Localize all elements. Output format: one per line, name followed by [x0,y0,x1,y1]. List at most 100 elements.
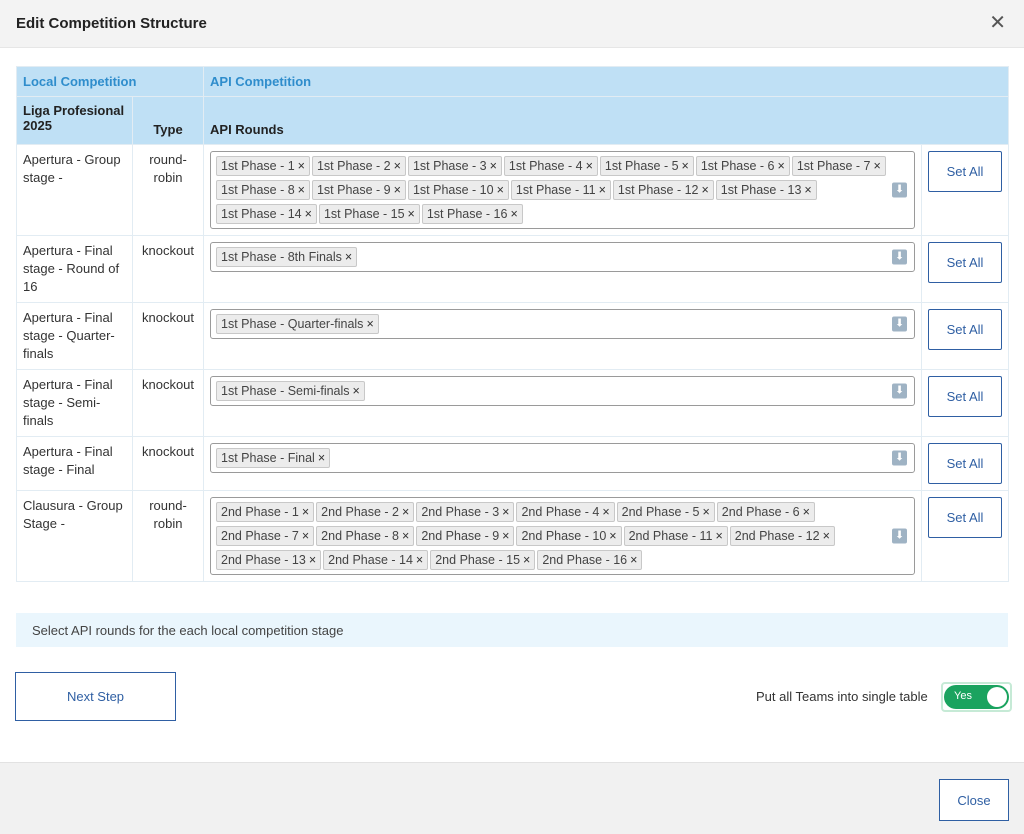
round-tag-label: 2nd Phase - 12 [734,529,820,543]
remove-tag-icon[interactable]: × [302,529,309,543]
set-all-button[interactable]: Set All [928,309,1003,350]
close-button[interactable]: Close [939,779,1009,821]
set-all-button[interactable]: Set All [928,242,1003,283]
remove-tag-icon[interactable]: × [408,207,415,221]
round-tag-label: 2nd Phase - 8 [321,529,400,543]
api-rounds-multiselect[interactable]: 2nd Phase - 1 × 2nd Phase - 2 × 2nd Phase - … [210,497,916,575]
remove-tag-icon[interactable]: × [804,183,811,197]
hint-banner: Select API rounds for the each local com… [16,613,1008,647]
set-all-button[interactable]: Set All [928,443,1003,484]
round-tag-label: 2nd Phase - 1 [221,505,299,519]
round-tag-label: 2nd Phase - 3 [421,505,500,519]
remove-tag-icon[interactable]: × [873,159,880,173]
set-all-button[interactable]: Set All [928,151,1003,192]
round-tag-label: 2nd Phase - 16 [542,553,628,567]
round-tag: 2nd Phase - 4 × [516,502,615,522]
remove-tag-icon[interactable]: × [715,529,722,543]
remove-tag-icon[interactable]: × [682,159,689,173]
remove-tag-icon[interactable]: × [803,505,810,519]
round-tag-label: 1st Phase - Quarter-finals [221,317,364,331]
remove-tag-icon[interactable]: × [309,553,316,567]
single-table-label: Put all Teams into single table [756,689,928,704]
remove-tag-icon[interactable]: × [599,183,606,197]
api-rounds-multiselect[interactable]: 1st Phase - Quarter-finals × ⬇ [210,309,916,339]
round-tag: 2nd Phase - 13 × [216,550,322,570]
round-tag-label: 2nd Phase - 4 [521,505,600,519]
remove-tag-icon[interactable]: × [602,505,609,519]
remove-tag-icon[interactable]: × [402,529,409,543]
round-tag-label: 2nd Phase - 15 [435,553,521,567]
round-tag-label: 2nd Phase - 13 [221,553,306,567]
round-tag-label: 1st Phase - 9 [316,183,391,197]
round-tag: 1st Phase - 1 × [216,156,310,176]
remove-tag-icon[interactable]: × [416,553,423,567]
round-tag: 1st Phase - Final × [216,448,331,468]
round-tag-label: 1st Phase - 1 [221,159,295,173]
remove-tag-icon[interactable]: × [318,451,325,465]
remove-tag-icon[interactable]: × [402,505,409,519]
remove-tag-icon[interactable]: × [702,505,709,519]
close-icon[interactable]: ✕ [989,10,1006,35]
api-rounds-cell: 1st Phase - 8th Finals × ⬇ [203,235,923,303]
api-rounds-multiselect[interactable]: 1st Phase - 8th Finals × ⬇ [210,242,916,272]
remove-tag-icon[interactable]: × [823,529,830,543]
round-tag-label: 1st Phase - 12 [617,183,699,197]
round-tag: 2nd Phase - 3 × [416,502,515,522]
remove-tag-icon[interactable]: × [345,250,352,264]
remove-tag-icon[interactable]: × [586,159,593,173]
remove-tag-icon[interactable]: × [502,529,509,543]
round-tag: 1st Phase - 16 × [421,204,523,224]
dropdown-arrow-icon[interactable]: ⬇ [892,316,908,332]
api-rounds-multiselect[interactable]: 1st Phase - Final × ⬇ [210,443,916,473]
set-all-button[interactable]: Set All [928,497,1003,538]
round-tag: 2nd Phase - 7 × [216,526,315,546]
dropdown-arrow-icon[interactable]: ⬇ [892,249,908,265]
remove-tag-icon[interactable]: × [305,207,312,221]
round-tag-label: 1st Phase - 13 [720,183,802,197]
next-step-button[interactable]: Next Step [15,672,176,721]
round-tag: 1st Phase - Semi-finals × [216,381,365,401]
round-tag-label: 2nd Phase - 7 [221,529,299,543]
round-tag: 1st Phase - 4 × [503,156,598,176]
remove-tag-icon[interactable]: × [502,505,509,519]
remove-tag-icon[interactable]: × [778,159,785,173]
remove-tag-icon[interactable]: × [298,183,305,197]
round-tag: 2nd Phase - 14 × [323,550,429,570]
round-tag-label: 1st Phase - 14 [221,207,302,221]
dropdown-arrow-icon[interactable]: ⬇ [892,383,908,399]
dropdown-arrow-icon[interactable]: ⬇ [892,528,908,544]
set-all-button[interactable]: Set All [928,376,1003,417]
remove-tag-icon[interactable]: × [394,183,401,197]
stage-type: knockout [131,302,205,370]
header-api-competition: API Competition [203,66,1010,97]
api-rounds-multiselect[interactable]: 1st Phase - 1 × 1st Phase - 2 × 1st Phase - … [210,151,916,229]
dropdown-arrow-icon[interactable]: ⬇ [892,182,908,198]
remove-tag-icon[interactable]: × [510,207,517,221]
round-tag: 2nd Phase - 1 × [216,502,315,522]
remove-tag-icon[interactable]: × [497,183,504,197]
remove-tag-icon[interactable]: × [394,159,401,173]
round-tag-label: 2nd Phase - 10 [521,529,607,543]
single-table-toggle[interactable]: Yes [944,685,1009,709]
set-all-cell: Set All [921,369,1010,437]
remove-tag-icon[interactable]: × [523,553,530,567]
dropdown-arrow-icon[interactable]: ⬇ [892,450,908,466]
remove-tag-icon[interactable]: × [302,505,309,519]
remove-tag-icon[interactable]: × [366,317,373,331]
set-all-cell: Set All [921,144,1010,236]
round-tag: 2nd Phase - 6 × [716,502,815,522]
round-tag: 1st Phase - Quarter-finals × [216,314,379,334]
round-tag: 1st Phase - 3 × [407,156,502,176]
round-tag: 2nd Phase - 11 × [623,526,728,546]
round-tag: 1st Phase - 8 × [216,180,310,200]
round-tag: 2nd Phase - 9 × [416,526,515,546]
remove-tag-icon[interactable]: × [701,183,708,197]
remove-tag-icon[interactable]: × [609,529,616,543]
remove-tag-icon[interactable]: × [490,159,497,173]
round-tag-label: 1st Phase - 8th Finals [221,250,342,264]
remove-tag-icon[interactable]: × [298,159,305,173]
remove-tag-icon[interactable]: × [630,553,637,567]
remove-tag-icon[interactable]: × [353,384,360,398]
api-rounds-multiselect[interactable]: 1st Phase - Semi-finals × ⬇ [210,376,916,406]
stage-type: knockout [131,436,205,491]
